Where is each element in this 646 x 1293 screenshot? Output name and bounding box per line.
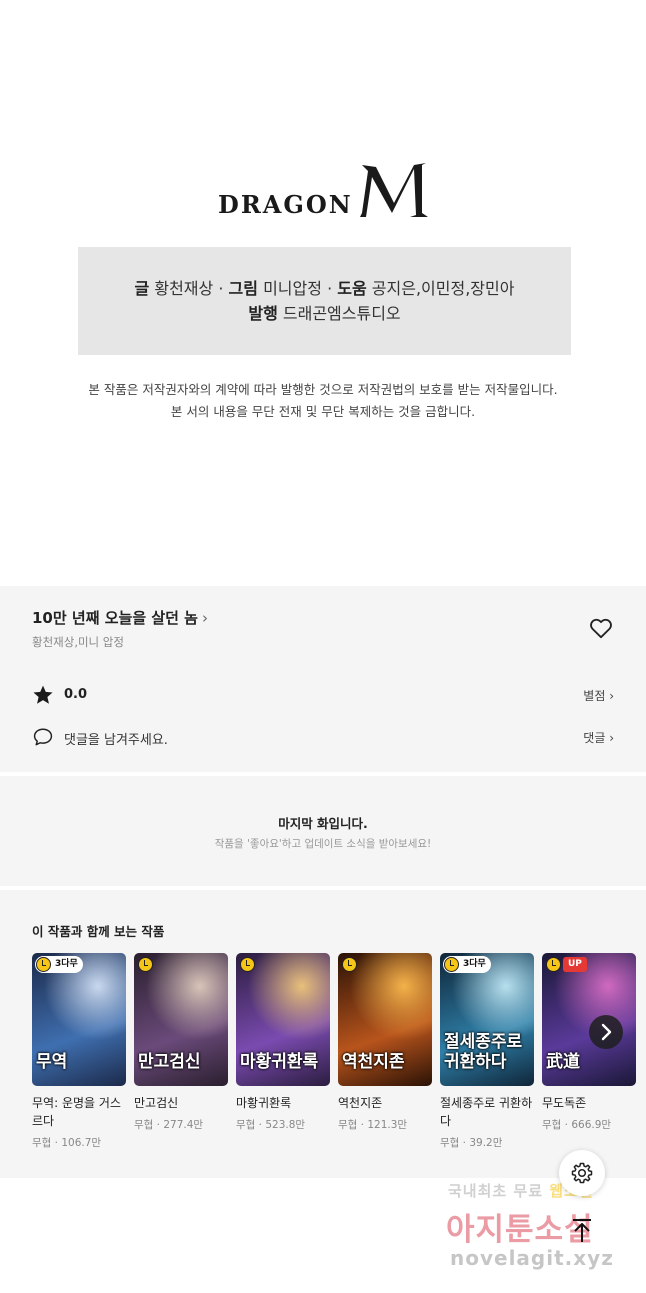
card-title: 무도독존 <box>542 1096 587 1110</box>
wait-free-badge: 3다무 <box>35 956 83 973</box>
star-icon <box>33 685 53 704</box>
copyright-notice: 본 작품은 저작권자와의 계약에 따라 발행한 것으로 저작권법의 보호를 받는… <box>0 379 646 423</box>
copyright-line-2: 본 서의 내용을 무단 전재 및 무단 복제하는 것을 금합니다. <box>170 404 476 419</box>
scroll-top-button[interactable] <box>566 1214 598 1246</box>
cover-thumbnail: 3다무 절세종주로 귀환하다 <box>440 953 534 1086</box>
chevron-right-icon <box>601 1023 612 1041</box>
cover-thumbnail: 3다무 무역 <box>32 953 126 1086</box>
credit-publisher: 드래곤엠스튜디오 <box>282 304 401 323</box>
recommendation-card[interactable]: UP 武道 무도독존 무협 · 666.9만 <box>542 953 636 1132</box>
card-title: 역천지존 <box>338 1096 383 1110</box>
copyright-line-1: 본 작품은 저작권자와의 계약에 따라 발행한 것으로 저작권법의 보호를 받는… <box>88 382 558 397</box>
rate-button[interactable]: 별점 › <box>583 687 614 704</box>
logo-m-mark <box>360 163 428 217</box>
card-meta: 무협 · 277.4만 <box>134 1119 204 1131</box>
credit-separator: · <box>218 279 224 298</box>
comment-row: 댓글을 남겨주세요. 댓글 › <box>32 726 614 750</box>
comment-prompt[interactable]: 댓글을 남겨주세요. <box>64 729 168 748</box>
wait-free-badge: 3다무 <box>443 956 491 973</box>
recommendation-card[interactable]: 마황귀환록 마황귀환록 무협 · 523.8만 <box>236 953 330 1132</box>
last-episode-notice: 마지막 화입니다. 작품을 '좋아요'하고 업데이트 소식을 받아보세요! <box>0 776 646 886</box>
recommendation-card[interactable]: 역천지존 역천지존 무협 · 121.3만 <box>338 953 432 1132</box>
credit-label-publisher: 발행 <box>248 304 278 323</box>
clock-icon <box>342 957 357 972</box>
recommendation-card[interactable]: 3다무 무역 무역: 운명을 거스르다 무협 · 106.7만 <box>32 953 126 1150</box>
recommendation-card[interactable]: 만고검신 만고검신 무협 · 277.4만 <box>134 953 228 1132</box>
cover-title: 무역 <box>36 1052 68 1072</box>
card-title: 만고검신 <box>134 1096 179 1110</box>
credit-line-1: 글 황천재상 · 그림 미니압정 · 도움 공지은,이민정,장민아 <box>78 276 571 301</box>
cover-thumbnail: 역천지존 <box>338 953 432 1086</box>
cover-title: 마황귀환록 <box>240 1052 319 1072</box>
settings-button[interactable] <box>559 1150 605 1196</box>
credit-assist: 공지은,이민정,장민아 <box>371 279 515 298</box>
clock-icon <box>240 957 255 972</box>
series-info: 10만 년째 오늘을 살던 놈 › 황천재상,미니 압정 0.0 별점 › 댓글을… <box>0 586 646 772</box>
card-meta: 무협 · 106.7만 <box>32 1137 102 1149</box>
up-badge: UP <box>563 957 587 972</box>
cover-title: 만고검신 <box>138 1052 201 1072</box>
chevron-right-icon: › <box>201 609 208 627</box>
rating-value: 0.0 <box>64 687 88 702</box>
series-title: 10만 년째 오늘을 살던 놈 <box>32 609 198 627</box>
recommendation-card[interactable]: 3다무 절세종주로 귀환하다 절세종주로 귀환하다 무협 · 39.2만 <box>440 953 534 1150</box>
cover-thumbnail: 만고검신 <box>134 953 228 1086</box>
cover-thumbnail: UP 武道 <box>542 953 636 1086</box>
like-button[interactable] <box>588 615 614 641</box>
clock-icon <box>444 957 459 972</box>
credit-label-writer: 글 <box>134 279 150 298</box>
cover-title: 절세종주로 귀환하다 <box>444 1032 523 1072</box>
comments-button[interactable]: 댓글 › <box>583 729 614 746</box>
site-watermark: 국내최초 무료 웹소설 아지툰소설 novelagit.xyz <box>440 1178 630 1278</box>
clock-icon <box>138 957 153 972</box>
arrow-up-icon <box>573 1219 591 1242</box>
credit-writer: 황천재상 <box>154 279 214 298</box>
card-meta: 무협 · 39.2만 <box>440 1137 503 1149</box>
recommendations-heading: 이 작품과 함께 보는 작품 <box>32 924 165 939</box>
series-title-link[interactable]: 10만 년째 오늘을 살던 놈 › <box>32 607 208 628</box>
card-title: 무역: 운명을 거스르다 <box>32 1096 121 1128</box>
series-author: 황천재상,미니 압정 <box>32 635 124 649</box>
dragon-m-logo: DRAGON <box>218 163 430 221</box>
card-title: 마황귀환록 <box>236 1096 292 1110</box>
credit-art: 미니압정 <box>263 279 322 298</box>
credit-label-art: 그림 <box>228 279 258 298</box>
carousel-next-button[interactable] <box>589 1015 623 1049</box>
card-meta: 무협 · 666.9만 <box>542 1119 612 1131</box>
credit-box: 글 황천재상 · 그림 미니압정 · 도움 공지은,이민정,장민아 발행 드래곤… <box>78 247 571 355</box>
credit-label-assist: 도움 <box>337 279 367 298</box>
clock-icon <box>36 957 51 972</box>
watermark-url: novelagit.xyz <box>450 1246 614 1270</box>
card-meta: 무협 · 523.8만 <box>236 1119 306 1131</box>
heart-icon <box>590 618 612 639</box>
credits-page: DRAGON 글 황천재상 · 그림 미니압정 · 도움 공지은,이민정,장민아… <box>0 0 646 586</box>
cover-thumbnail: 마황귀환록 <box>236 953 330 1086</box>
gear-icon <box>571 1162 593 1184</box>
last-episode-subtitle: 작품을 '좋아요'하고 업데이트 소식을 받아보세요! <box>214 838 432 850</box>
clock-icon <box>546 957 561 972</box>
rating-row: 0.0 별점 › <box>32 684 614 708</box>
credit-separator: · <box>327 279 333 298</box>
recommendations: 이 작품과 함께 보는 작품 3다무 무역 무역: 운명을 거스르다 무협 · … <box>0 890 646 1178</box>
last-episode-title: 마지막 화입니다. <box>278 816 368 831</box>
card-title: 절세종주로 귀환하다 <box>440 1096 533 1128</box>
speech-bubble-icon <box>33 728 53 746</box>
cover-title: 武道 <box>546 1052 580 1072</box>
credit-line-2: 발행 드래곤엠스튜디오 <box>78 301 571 326</box>
card-meta: 무협 · 121.3만 <box>338 1119 408 1131</box>
logo-text: DRAGON <box>218 190 353 219</box>
cover-title: 역천지존 <box>342 1052 405 1072</box>
